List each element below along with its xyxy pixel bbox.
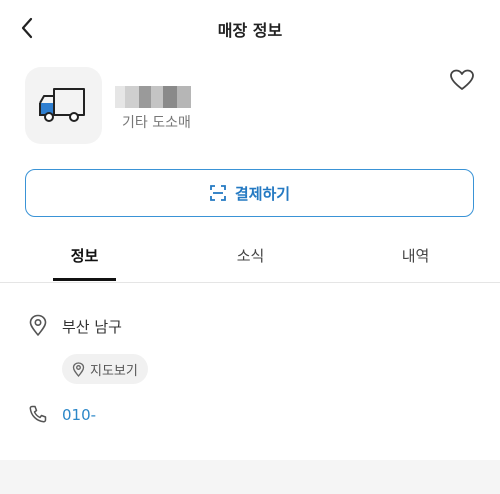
store-address: 부산 남구 [62, 318, 122, 336]
active-tab-indicator [53, 278, 116, 281]
heart-icon [450, 69, 474, 90]
tab-info[interactable]: 정보 [53, 245, 116, 266]
view-map-label: 지도보기 [90, 363, 138, 379]
pay-button[interactable]: 결제하기 [25, 169, 474, 217]
store-name-redacted [115, 86, 193, 108]
header: 매장 정보 [0, 0, 500, 58]
tab-bar: 정보 소식 내역 [0, 232, 500, 283]
favorite-button[interactable] [448, 66, 476, 94]
page-title: 매장 정보 [217, 21, 283, 40]
phone-icon [29, 405, 47, 423]
location-pin-icon [72, 361, 85, 377]
tab-news[interactable]: 소식 [219, 245, 282, 266]
location-pin-icon [29, 314, 47, 336]
pay-button-label: 결제하기 [234, 184, 291, 203]
scan-icon [209, 185, 226, 201]
tab-history[interactable]: 내역 [384, 245, 447, 266]
store-category: 기타 도소매 [122, 115, 191, 131]
section-divider [0, 460, 500, 494]
truck-icon [39, 88, 85, 122]
view-map-button[interactable]: 지도보기 [62, 354, 148, 384]
store-phone[interactable]: 010- [62, 406, 96, 424]
store-logo [25, 67, 102, 144]
